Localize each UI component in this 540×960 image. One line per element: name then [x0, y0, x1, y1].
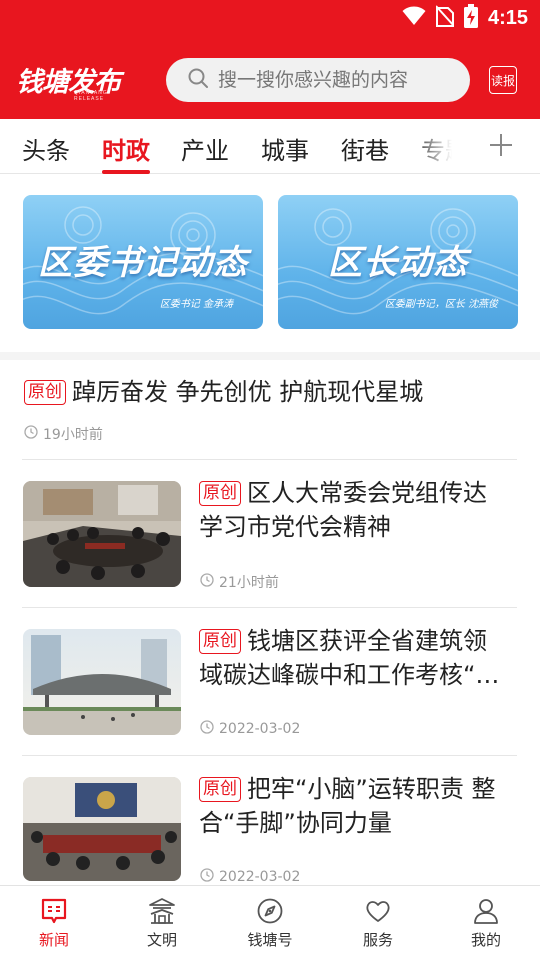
divider: [22, 607, 517, 608]
tab-fade: [410, 119, 470, 173]
tab-streets[interactable]: 街巷: [341, 131, 389, 166]
pavilion-icon: [149, 898, 175, 924]
clock-icon: [200, 573, 214, 591]
original-badge: 原创: [199, 481, 241, 506]
article-title: 踔厉奋发 争先创优 护航现代星城: [72, 378, 424, 406]
article-thumbnail[interactable]: [23, 777, 181, 881]
nav-qiantang-hao[interactable]: 钱塘号: [216, 886, 324, 960]
original-badge: 原创: [199, 777, 241, 802]
article-time: 2022-03-02: [200, 868, 300, 886]
divider: [22, 755, 517, 756]
nav-civilization[interactable]: 文明: [108, 886, 216, 960]
banner-district-head[interactable]: 区长动态 区委副书记，区长 沈燕俊: [278, 195, 518, 329]
clock-icon: [24, 425, 38, 443]
tab-politics[interactable]: 时政: [102, 131, 150, 166]
article-thumbnail[interactable]: [23, 481, 181, 587]
app-header: 4:15 钱塘发布 QIANTANG RELEASE 读报: [0, 0, 540, 119]
banner-subtitle: 区委书记 金承涛: [159, 299, 233, 310]
battery-charging-icon: [463, 4, 478, 32]
tab-city[interactable]: 城事: [261, 131, 309, 166]
category-tabs: 头条 时政 产业 城事 街巷 专题: [0, 119, 540, 174]
heart-icon: [366, 901, 390, 922]
status-bar: 4:15: [0, 0, 540, 36]
bottom-navigation: 新闻 文明 钱塘号 服务 我的: [0, 885, 540, 960]
banner-title: 区长动态: [328, 243, 468, 283]
search-bar[interactable]: [166, 58, 470, 102]
original-badge: 原创: [199, 629, 241, 654]
compass-icon: [257, 898, 283, 924]
article-thumbnail[interactable]: [23, 629, 181, 735]
nav-services[interactable]: 服务: [324, 886, 432, 960]
article-time: 21小时前: [200, 572, 279, 592]
banner-subtitle: 区委副书记，区长 沈燕俊: [384, 299, 498, 310]
nav-profile[interactable]: 我的: [432, 886, 540, 960]
no-sim-icon: [435, 5, 455, 31]
article-title[interactable]: 原创 钱塘区获评全省建筑领域碳达峰碳中和工作考核“…: [199, 624, 509, 694]
news-icon: [41, 898, 67, 924]
wifi-icon: [402, 6, 426, 30]
article-title[interactable]: 原创 区人大常委会党组传达学习市党代会精神: [199, 476, 509, 546]
search-icon: [188, 68, 208, 92]
clock-icon: [200, 720, 214, 738]
profile-icon: [474, 899, 498, 924]
app-logo: 钱塘发布 QIANTANG RELEASE: [16, 67, 121, 102]
banner-title: 区委书记动态: [38, 243, 248, 283]
tab-headlines[interactable]: 头条: [22, 131, 70, 166]
plus-icon[interactable]: [488, 132, 514, 158]
tab-industry[interactable]: 产业: [181, 131, 229, 166]
search-input[interactable]: [218, 69, 458, 91]
clock: 4:15: [487, 6, 528, 29]
nav-news[interactable]: 新闻: [0, 886, 108, 960]
leader-banners: 区委书记动态 区委书记 金承涛 区长动态 区委副书记，区长 沈燕俊: [0, 174, 540, 354]
clock-icon: [200, 868, 214, 886]
original-badge: 原创: [24, 380, 66, 405]
read-newspaper-button[interactable]: 读报: [489, 66, 517, 94]
article-title[interactable]: 原创 把牢“小脑”运转职责 整合“手脚”协同力量: [199, 772, 509, 842]
article-time: 2022-03-02: [200, 720, 300, 738]
section-divider: [0, 352, 540, 360]
article-time: 19小时前: [24, 424, 103, 444]
banner-party-secretary[interactable]: 区委书记动态 区委书记 金承涛: [23, 195, 263, 329]
headline-article[interactable]: 原创 踔厉奋发 争先创优 护航现代星城: [24, 374, 524, 410]
divider: [22, 459, 517, 460]
